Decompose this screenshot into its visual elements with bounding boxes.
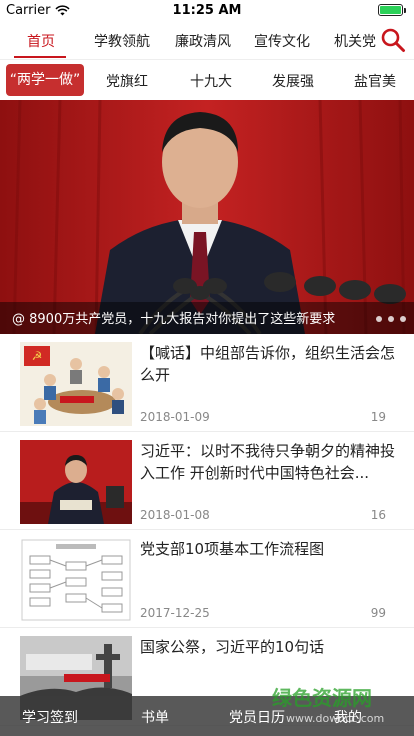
status-bar: Carrier 11:25 AM	[0, 0, 414, 20]
svg-text:☭: ☭	[32, 349, 43, 363]
news-title: 国家公祭，习近平的10句话	[140, 638, 325, 656]
search-icon[interactable]	[380, 27, 406, 53]
news-date: 2018-01-09	[140, 410, 210, 424]
bottom-tab-bar: 学习签到 书单 党员日历 我的	[0, 696, 414, 736]
tab-study-checkin[interactable]: 学习签到	[22, 707, 78, 727]
nav-item-home[interactable]: 首页	[27, 31, 55, 51]
sub-nav-item-yanguan[interactable]: 盐官美	[354, 71, 396, 91]
sub-nav-item-19th-congress[interactable]: 十九大	[190, 71, 232, 91]
top-nav: 首页 学教领航 廉政清风 宣传文化 机关党	[0, 24, 414, 60]
battery-icon	[378, 4, 403, 16]
nav-item-study[interactable]: 学教领航	[94, 31, 150, 51]
banner-caption: @ 8900万共产党员，十九大报告对你提出了这些新要求	[12, 312, 336, 327]
news-item[interactable]: 党支部10项基本工作流程图 2017-12-25 99	[0, 530, 414, 628]
battery-tip	[404, 7, 406, 13]
carousel-dot[interactable]	[376, 316, 382, 322]
news-thumbnail	[20, 538, 132, 622]
carousel-dot[interactable]	[400, 316, 406, 322]
nav-active-indicator	[14, 56, 66, 58]
news-item[interactable]: 习近平：以时不我待只争朝夕的精神投入工作 开创新时代中国特色社会... 2018…	[0, 432, 414, 530]
tab-booklist[interactable]: 书单	[141, 707, 169, 727]
news-date: 2017-12-25	[140, 606, 210, 620]
tab-mine[interactable]: 我的	[334, 707, 362, 727]
battery-fill	[380, 6, 401, 14]
news-view-count: 19	[370, 410, 386, 424]
news-thumbnail: ☭	[20, 342, 132, 426]
battery-indicator	[378, 4, 406, 16]
news-thumbnail	[20, 440, 132, 524]
news-view-count: 16	[370, 508, 386, 522]
carousel-dots	[376, 316, 406, 322]
news-title: 习近平：以时不我待只争朝夕的精神投入工作 开创新时代中国特色社会...	[140, 442, 396, 482]
news-date: 2018-01-08	[140, 508, 210, 522]
nav-item-party-organ[interactable]: 机关党	[334, 31, 376, 51]
nav-item-culture[interactable]: 宣传文化	[254, 31, 310, 51]
banner-carousel[interactable]: @ 8900万共产党员，十九大报告对你提出了这些新要求	[0, 100, 414, 334]
sub-nav-item-liangxue[interactable]: “两学一做”	[6, 64, 84, 96]
nav-item-integrity[interactable]: 廉政清风	[175, 31, 231, 51]
sub-nav-item-development[interactable]: 发展强	[272, 71, 314, 91]
banner-image	[0, 100, 414, 334]
tab-member-calendar[interactable]: 党员日历	[229, 707, 285, 727]
flowchart-image	[20, 538, 132, 622]
news-title: 【喊话】中组部告诉你，组织生活会怎么开	[140, 344, 396, 384]
status-time: 11:25 AM	[172, 3, 242, 18]
news-title: 党支部10项基本工作流程图	[140, 540, 325, 558]
news-view-count: 99	[370, 606, 386, 620]
meeting-illustration: ☭	[20, 342, 132, 426]
speech-photo	[20, 440, 132, 524]
news-item[interactable]: ☭ 【喊话】中组部告诉你，组织生活会怎么开 2018-01-09 19	[0, 334, 414, 432]
sub-nav: “两学一做” 党旗红 十九大 发展强 盐官美	[0, 62, 414, 98]
sub-nav-item-party-flag[interactable]: 党旗红	[106, 71, 148, 91]
carousel-dot[interactable]	[388, 316, 394, 322]
